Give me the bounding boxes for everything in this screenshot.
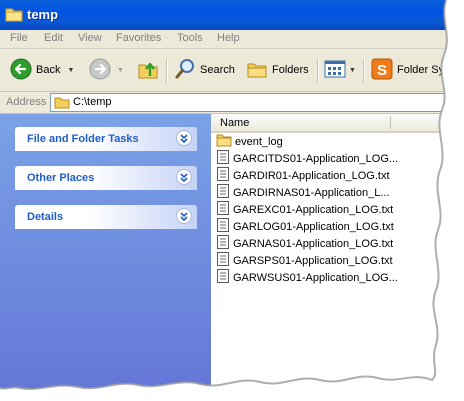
menu-tools[interactable]: Tools [177, 32, 203, 44]
list-item-label: GARDIR01-Application_LOG.txt [233, 169, 390, 182]
text-file-icon [216, 268, 230, 287]
explorer-window: temp File Edit View Favorites Tools Help… [0, 0, 464, 401]
folders-label: Folders [272, 64, 309, 76]
list-item-label: GAREXC01-Application_LOG.txt [233, 203, 394, 216]
list-item[interactable]: event_log [216, 133, 283, 150]
list-item-label: GARNAS01-Application_LOG.txt [233, 237, 394, 250]
svg-text:S: S [377, 62, 387, 79]
back-dropdown-icon[interactable]: ▼ [67, 67, 74, 74]
toolbar: Back ▼ ▼ Search Folders ▼ S Folder Syn [0, 49, 464, 92]
window-title: temp [27, 7, 59, 22]
address-label: Address [6, 96, 47, 108]
back-label: Back [36, 64, 61, 76]
folder-icon [216, 133, 232, 150]
details-panel[interactable]: Details [15, 205, 197, 229]
folder-sync-label: Folder Syn [397, 64, 451, 76]
forward-dropdown-icon[interactable]: ▼ [117, 67, 124, 74]
panel-title: File and Folder Tasks [27, 133, 139, 145]
list-item[interactable]: GARWSUS01-Application_LOG... [216, 269, 398, 286]
address-value: C:\temp [73, 96, 112, 108]
panel-title: Other Places [27, 172, 95, 184]
up-folder-button[interactable] [137, 57, 159, 83]
column-divider[interactable] [390, 116, 391, 129]
views-icon [324, 58, 346, 83]
column-header-label: Name [220, 117, 250, 129]
search-label: Search [200, 64, 235, 76]
title-bar[interactable]: temp [0, 0, 464, 30]
folders-button[interactable]: Folders [246, 57, 309, 83]
list-item-label: event_log [235, 135, 283, 148]
views-dropdown-icon[interactable]: ▼ [349, 67, 356, 74]
list-item-label: GARCITDS01-Application_LOG... [233, 152, 399, 165]
forward-button[interactable]: ▼ [89, 57, 124, 83]
forward-arrow-icon [89, 58, 111, 83]
list-item-label: GARDIRNAS01-Application_L... [233, 186, 390, 199]
task-pane: File and Folder Tasks Other Places Detai… [0, 114, 211, 401]
list-item[interactable]: GARDIRNAS01-Application_L... [216, 184, 390, 201]
back-arrow-icon [10, 58, 32, 83]
search-button[interactable]: Search [174, 57, 235, 83]
list-item[interactable]: GARLOG01-Application_LOG.txt [216, 218, 394, 235]
list-item[interactable]: GAREXC01-Application_LOG.txt [216, 201, 393, 218]
folder-sync-button[interactable]: S Folder Syn [371, 57, 450, 83]
chevron-down-icon[interactable] [176, 169, 192, 185]
up-folder-icon [137, 58, 159, 83]
toolbar-separator [166, 59, 168, 83]
folder-icon [5, 6, 23, 25]
column-header-name[interactable]: Name [211, 114, 464, 133]
chevron-down-icon[interactable] [176, 130, 192, 146]
toolbar-separator [317, 59, 319, 83]
folder-icon [54, 96, 70, 112]
file-and-folder-tasks-panel[interactable]: File and Folder Tasks [15, 127, 197, 151]
folder-sync-icon: S [371, 58, 393, 83]
menu-edit[interactable]: Edit [44, 32, 63, 44]
list-item-label: GARLOG01-Application_LOG.txt [233, 220, 394, 233]
menu-view[interactable]: View [78, 32, 102, 44]
folders-icon [246, 58, 268, 83]
menu-favorites[interactable]: Favorites [116, 32, 161, 44]
list-item-label: GARSPS01-Application_LOG.txt [233, 254, 393, 267]
search-icon [174, 58, 196, 83]
menu-bar: File Edit View Favorites Tools Help [0, 30, 464, 49]
menu-help[interactable]: Help [217, 32, 240, 44]
address-input[interactable]: C:\temp [50, 93, 464, 112]
list-item[interactable]: GARDIR01-Application_LOG.txt [216, 167, 390, 184]
chevron-down-icon[interactable] [176, 208, 192, 224]
toolbar-separator [363, 59, 365, 83]
list-item-label: GARWSUS01-Application_LOG... [233, 271, 398, 284]
menu-file[interactable]: File [10, 32, 28, 44]
list-item[interactable]: GARCITDS01-Application_LOG... [216, 150, 398, 167]
views-button[interactable]: ▼ [324, 57, 356, 83]
list-item[interactable]: GARNAS01-Application_LOG.txt [216, 235, 393, 252]
back-button[interactable]: Back ▼ [10, 57, 74, 83]
other-places-panel[interactable]: Other Places [15, 166, 197, 190]
address-bar: Address C:\temp [0, 92, 464, 114]
file-list: Name event_log GARCITDS01-Application_LO… [211, 114, 464, 401]
list-item[interactable]: GARSPS01-Application_LOG.txt [216, 252, 393, 269]
panel-title: Details [27, 211, 64, 223]
